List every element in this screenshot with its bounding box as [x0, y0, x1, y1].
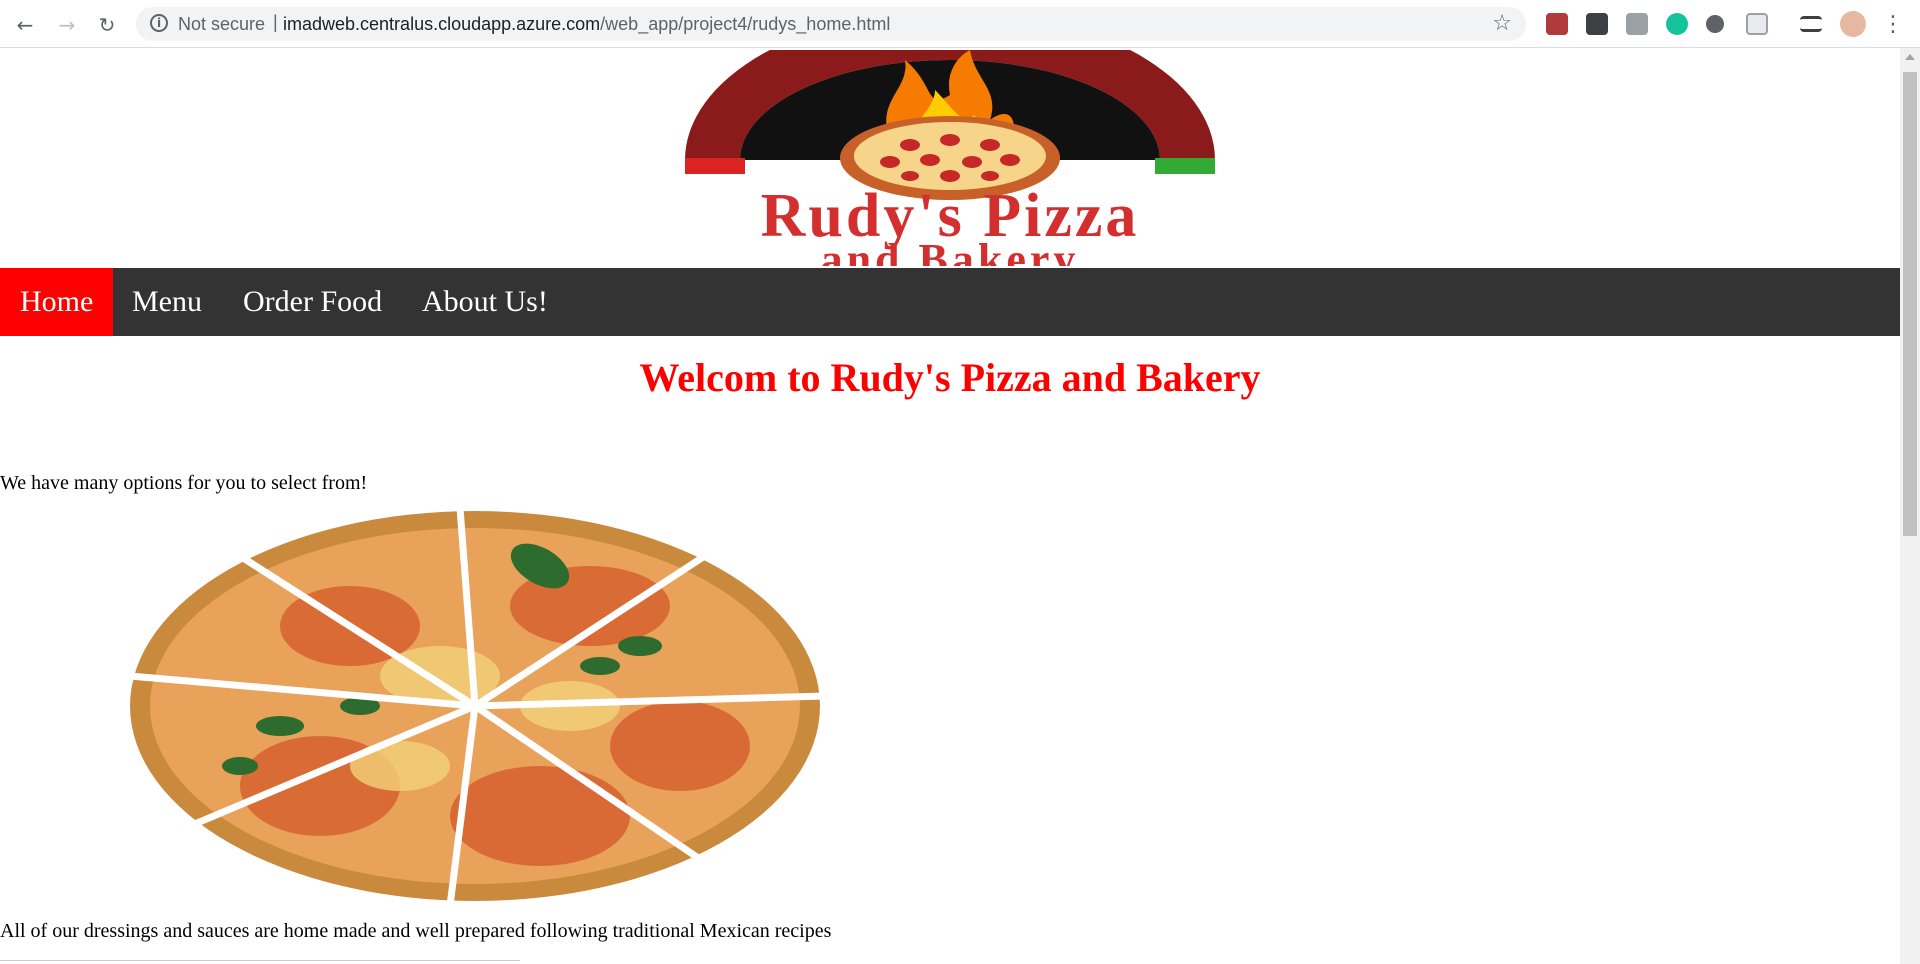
reload-icon[interactable]: ↻ [92, 10, 122, 40]
more-menu-icon[interactable]: ⋮ [1882, 12, 1904, 37]
oven-base-right [1155, 158, 1215, 174]
nav-about-us[interactable]: About Us! [402, 268, 568, 336]
url-text[interactable]: imadweb.centralus.cloudapp.azure.com/web… [283, 14, 890, 35]
oven-base-left [685, 158, 745, 174]
separator: | [273, 12, 278, 32]
browser-toolbar: ← → ↻ i Not secure | imadweb.centralus.c… [0, 0, 1920, 48]
scrollbar-thumb[interactable] [1903, 72, 1917, 536]
nav-menu[interactable]: Menu [112, 268, 222, 336]
logo-subtitle: and Bakery [821, 235, 1080, 266]
back-icon[interactable]: ← [10, 10, 40, 40]
url-host: imadweb.centralus.cloudapp.azure.com [283, 14, 601, 34]
circle-extension-icon[interactable] [1706, 15, 1724, 33]
nav-home[interactable]: Home [0, 268, 114, 336]
lightbulb-extension-icon[interactable] [1586, 13, 1608, 35]
intro-text: We have many options for you to select f… [0, 472, 368, 494]
dressings-text: All of our dressings and sauces are home… [0, 920, 832, 942]
rudys-logo: Rudy's Pizza and Bakery [685, 50, 1215, 266]
profile-avatar[interactable] [1840, 11, 1866, 37]
nav-order-food[interactable]: Order Food [223, 268, 402, 336]
security-label[interactable]: Not secure [178, 14, 265, 35]
media-queue-icon[interactable] [1800, 16, 1822, 32]
pizza-image [129, 507, 826, 907]
url-path: /web_app/project4/rudys_home.html [600, 14, 891, 34]
cast-extension-icon[interactable] [1746, 13, 1768, 35]
main-navigation: Home Menu Order Food About Us! [0, 268, 1900, 336]
address-bar[interactable]: i Not secure | imadweb.centralus.cloudap… [136, 7, 1526, 41]
pdf-extension-icon[interactable] [1546, 13, 1568, 35]
info-icon[interactable]: i [150, 14, 168, 32]
page-title: Welcom to Rudy's Pizza and Bakery [639, 355, 1261, 400]
page-scrollbar[interactable] [1900, 48, 1920, 964]
bookmark-star-icon[interactable]: ☆ [1492, 11, 1512, 36]
divider [0, 960, 520, 961]
translate-extension-icon[interactable] [1626, 13, 1648, 35]
scroll-up-arrow-icon[interactable] [1905, 54, 1915, 60]
grammarly-icon[interactable] [1666, 13, 1688, 35]
forward-icon[interactable]: → [52, 10, 82, 40]
page-content: Rudy's Pizza and Bakery Home Menu Order … [0, 48, 1900, 964]
